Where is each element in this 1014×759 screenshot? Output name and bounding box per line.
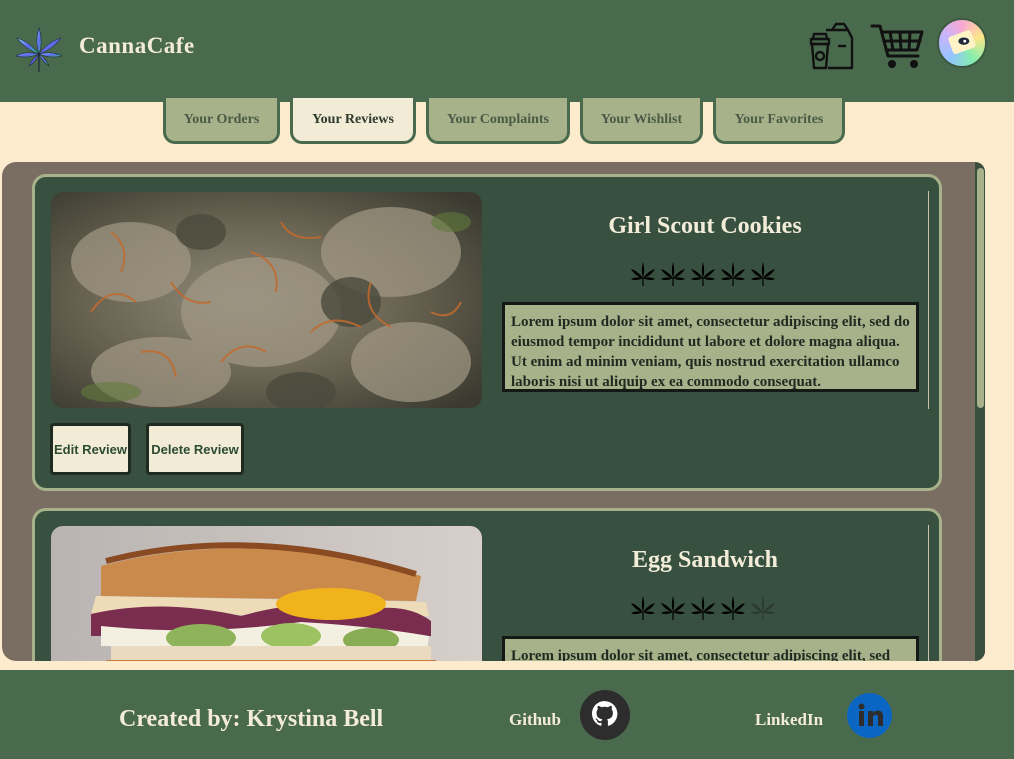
github-label[interactable]: Github (509, 710, 561, 730)
tab-complaints[interactable]: Your Complaints (426, 98, 570, 144)
shopping-cart-icon[interactable] (870, 20, 926, 72)
cannabis-logo-icon[interactable] (13, 24, 65, 76)
review-card: Girl Scout Cookies Lorem ipsum dolor sit… (32, 174, 942, 491)
brand-name[interactable]: CannaCafe (79, 33, 195, 59)
coffee-bag-icon[interactable] (808, 20, 860, 72)
leaf-star-filled-icon (631, 596, 655, 620)
app-header: CannaCafe (0, 0, 1014, 102)
divider (928, 191, 929, 409)
review-text: Lorem ipsum dolor sit amet, consectetur … (502, 302, 919, 392)
product-image-cannabis (51, 192, 482, 408)
scrollbar[interactable] (975, 162, 985, 661)
avatar[interactable] (937, 18, 987, 68)
leaf-star-filled-icon (751, 262, 775, 286)
leaf-star-filled-icon (721, 262, 745, 286)
app-footer: Created by: Krystina Bell Github LinkedI… (0, 670, 1014, 759)
leaf-star-filled-icon (631, 262, 655, 286)
divider (928, 525, 929, 661)
footer-credit: Created by: Krystina Bell (119, 706, 384, 732)
tab-reviews[interactable]: Your Reviews (290, 98, 416, 144)
leaf-star-filled-icon (661, 262, 685, 286)
avatar-art-icon (948, 30, 976, 55)
delete-review-button[interactable]: Delete Review (146, 423, 244, 475)
review-text: Lorem ipsum dolor sit amet, consectetur … (502, 636, 919, 661)
edit-review-button[interactable]: Edit Review (50, 423, 131, 475)
star-rating (630, 261, 776, 291)
product-image-sandwich (51, 526, 482, 661)
egg-sandwich-image (51, 526, 482, 661)
tab-wishlist[interactable]: Your Wishlist (580, 98, 703, 144)
leaf-star-filled-icon (691, 596, 715, 620)
leaf-star-empty-icon (751, 596, 775, 620)
leaf-star-filled-icon (691, 262, 715, 286)
linkedin-label[interactable]: LinkedIn (755, 710, 823, 730)
reviews-scroll-panel[interactable]: Girl Scout Cookies Lorem ipsum dolor sit… (2, 162, 985, 661)
review-card: Egg Sandwich Lorem ipsum dolor sit amet,… (32, 508, 942, 661)
star-rating (630, 595, 776, 625)
leaf-star-filled-icon (721, 596, 745, 620)
tab-favorites[interactable]: Your Favorites (713, 98, 845, 144)
tab-orders[interactable]: Your Orders (163, 98, 280, 144)
review-title: Girl Scout Cookies (608, 213, 802, 239)
cannabis-bud-image (51, 192, 482, 408)
github-icon[interactable] (580, 690, 630, 740)
leaf-star-filled-icon (661, 596, 685, 620)
scrollbar-thumb[interactable] (977, 168, 984, 408)
linkedin-icon[interactable] (847, 693, 892, 738)
review-title: Egg Sandwich (631, 547, 779, 573)
